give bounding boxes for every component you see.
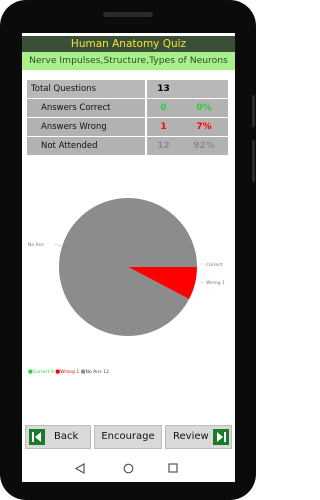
square-recents-icon[interactable] (168, 463, 178, 473)
phone-frame: Human Anatomy Quiz Nerve Impulses,Struct… (0, 0, 256, 500)
slice-label-no-ans: No Ans (28, 242, 44, 248)
total-questions-blank (180, 80, 228, 98)
total-questions-row: Total Questions 13 (27, 80, 228, 98)
back-button[interactable]: Back (25, 425, 91, 449)
back-icon (29, 429, 45, 445)
total-questions-value: 13 (147, 80, 180, 98)
pie-slice-no-ans (59, 197, 197, 336)
legend-wrong: Wrong 1 (60, 370, 80, 375)
app-screen: Human Anatomy Quiz Nerve Impulses,Struct… (22, 33, 235, 482)
results-pie-chart: No Ans Correct Wrong 1 (28, 197, 225, 336)
not-attended-row: Not Attended 12 92% (27, 137, 228, 155)
legend-correct: Correct 0 (32, 370, 54, 375)
quiz-topic: Nerve Impulses,Structure,Types of Neuron… (22, 52, 235, 70)
not-attended-percent: 92% (180, 137, 228, 155)
review-button[interactable]: Review (165, 425, 232, 449)
slice-label-wrong: Wrong 1 (206, 280, 225, 286)
answers-wrong-label: Answers Wrong (27, 118, 145, 136)
total-questions-label: Total Questions (27, 80, 145, 98)
answers-wrong-row: Answers Wrong 1 7% (27, 118, 228, 136)
encourage-label: Encourage (101, 431, 155, 442)
chart-legend: ■Correct 0 ■Wrong 1 ■No Ans 12 (28, 369, 109, 375)
circle-home-icon[interactable] (123, 463, 134, 474)
app-title: Human Anatomy Quiz (22, 36, 235, 52)
encourage-button[interactable]: Encourage (94, 425, 162, 449)
review-icon (213, 429, 229, 445)
not-attended-label: Not Attended (27, 137, 145, 155)
volume-button (252, 95, 255, 127)
answers-wrong-percent: 7% (180, 118, 228, 136)
back-label: Back (54, 431, 79, 442)
power-button (252, 140, 255, 182)
answers-correct-percent: 0% (180, 99, 228, 117)
answers-correct-row: Answers Correct 0 0% (27, 99, 228, 117)
answers-wrong-count: 1 (147, 118, 180, 136)
speaker-grille (103, 12, 153, 17)
answers-correct-count: 0 (147, 99, 180, 117)
review-label: Review (173, 431, 209, 442)
slice-label-correct: Correct (206, 262, 223, 268)
triangle-back-icon[interactable] (75, 463, 85, 474)
not-attended-count: 12 (147, 137, 180, 155)
legend-no-ans: No Ans 12 (85, 370, 109, 375)
android-nav-bar (22, 457, 235, 482)
answers-correct-label: Answers Correct (27, 99, 145, 117)
